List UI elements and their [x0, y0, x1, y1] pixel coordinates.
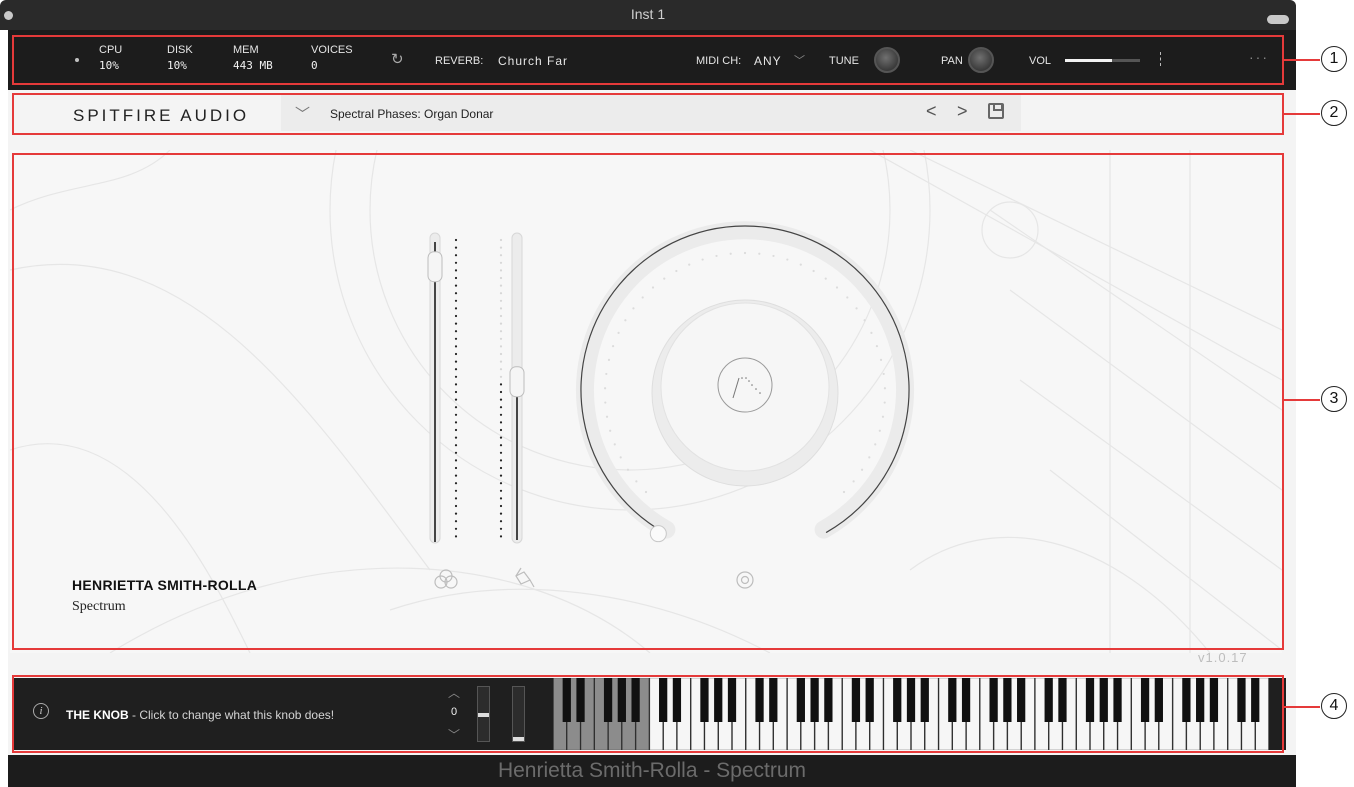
callout-line-2	[1284, 113, 1320, 115]
version-label: v1.0.17	[1198, 650, 1248, 665]
callout-box-4	[12, 675, 1284, 753]
callout-line-4	[1284, 706, 1320, 708]
callout-box-3	[12, 153, 1284, 650]
callout-line-3	[1284, 399, 1320, 401]
callout-box-2	[12, 93, 1284, 135]
instrument-title: Henrietta Smith-Rolla - Spectrum	[497, 759, 807, 782]
callout-number-3: 3	[1321, 386, 1347, 412]
callout-number-4: 4	[1321, 693, 1347, 719]
callout-number-1: 1	[1321, 46, 1347, 72]
title-bar: Inst 1	[0, 0, 1296, 30]
callout-line-1	[1284, 59, 1320, 61]
app-window: Inst 1 CPU 10% DISK 10% MEM 443 MB VOICE…	[0, 0, 1354, 787]
footer-bar: Henrietta Smith-Rolla - Spectrum	[8, 755, 1296, 787]
callout-number-2: 2	[1321, 100, 1347, 126]
window-pill-icon[interactable]	[1267, 15, 1289, 24]
window-title: Inst 1	[630, 6, 666, 22]
callout-box-1	[12, 35, 1284, 85]
